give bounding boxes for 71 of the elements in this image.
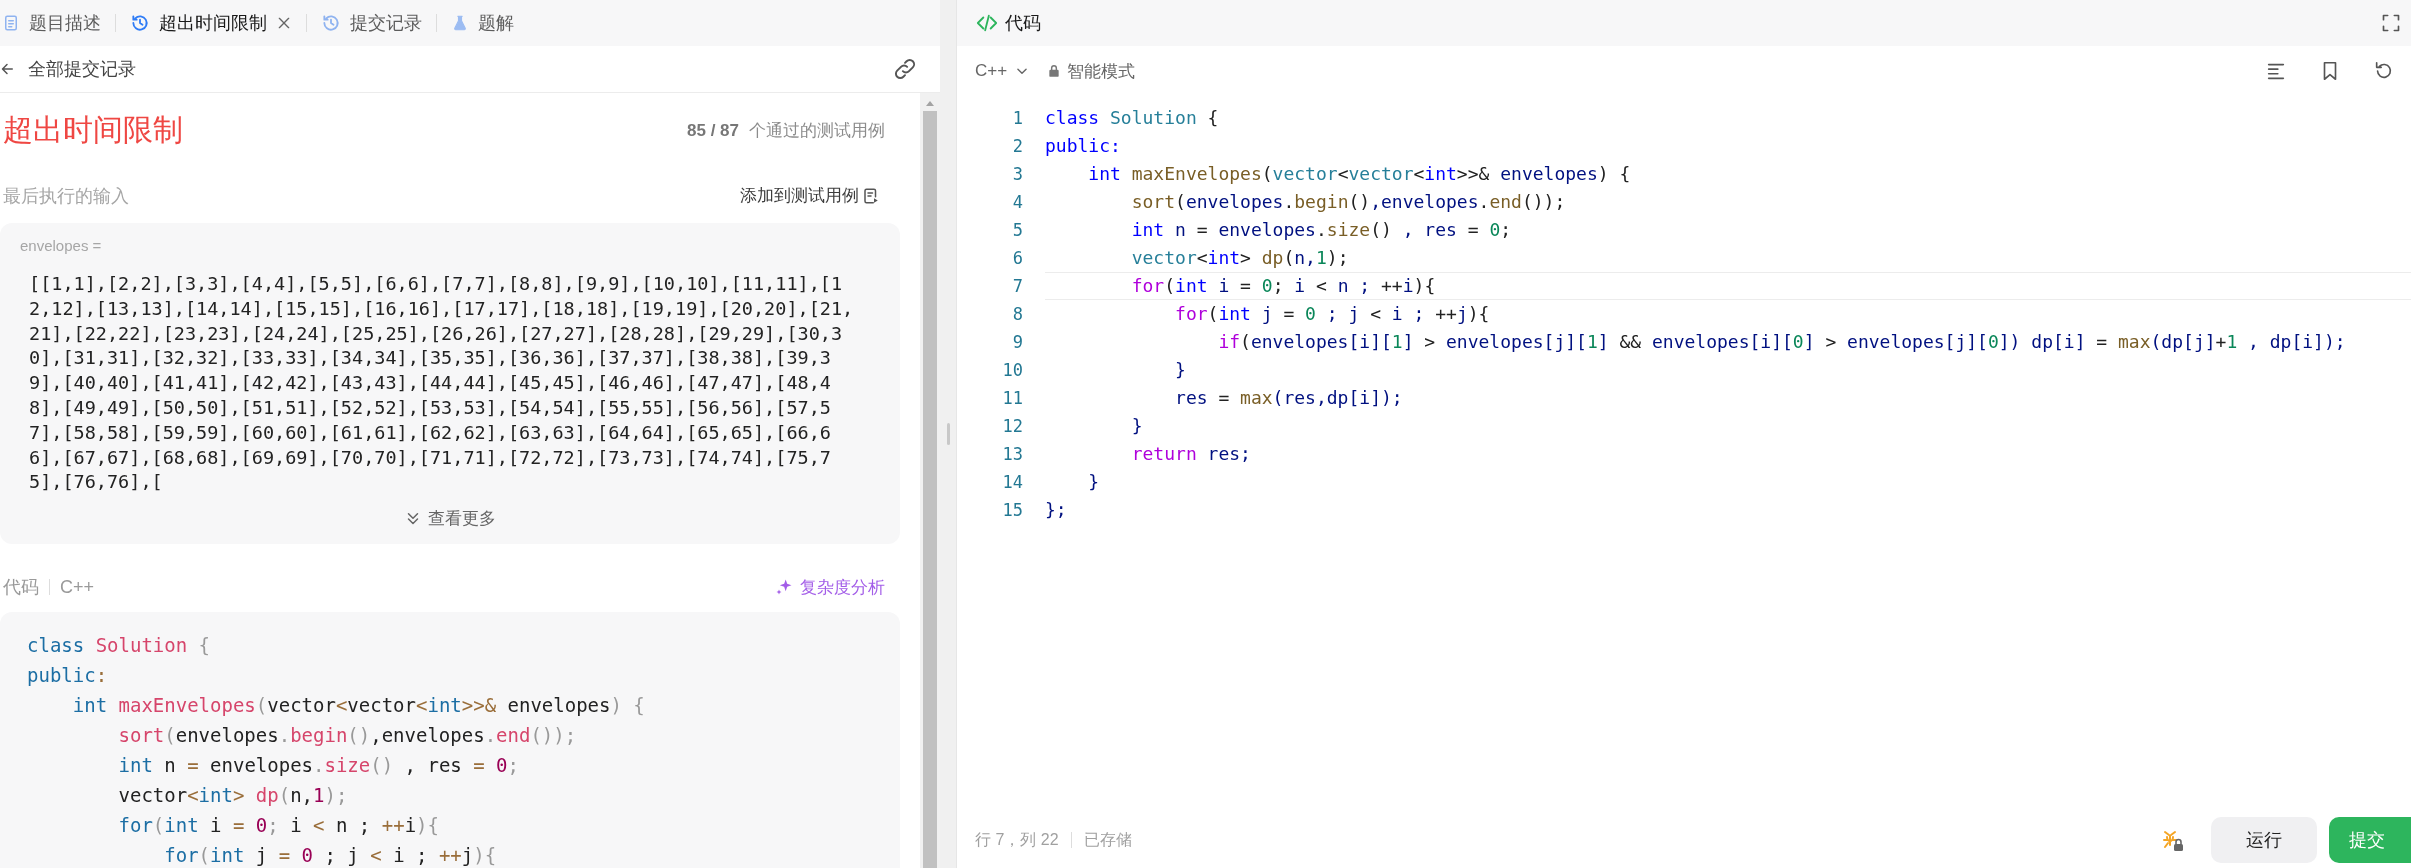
history-icon bbox=[130, 13, 150, 33]
code-line: public: bbox=[27, 663, 109, 689]
code-line: public: bbox=[1045, 134, 1121, 158]
line-number: 4 bbox=[1011, 192, 1023, 212]
code-line: vector<int> dp(n,1); bbox=[1130, 246, 1349, 270]
code-line: return res; bbox=[1130, 442, 1251, 466]
line-number: 1 bbox=[1011, 108, 1023, 128]
all-submissions-link[interactable]: 全部提交记录 bbox=[28, 57, 136, 81]
code-icon bbox=[975, 12, 999, 34]
tab[interactable]: 提交记录 bbox=[319, 0, 436, 46]
code-line: int n = envelopes.size() , res = 0; bbox=[117, 753, 520, 779]
cursor-position: 行 7，列 22 bbox=[975, 829, 1059, 850]
code-line: vector<int> dp(n,1); bbox=[117, 783, 349, 809]
line-number: 15 bbox=[1001, 500, 1023, 520]
run-button[interactable]: 运行 bbox=[2211, 817, 2317, 863]
bug-lock-icon bbox=[2161, 828, 2185, 852]
line-number: 13 bbox=[1001, 444, 1023, 464]
line-number: 3 bbox=[1011, 164, 1023, 184]
link-icon bbox=[892, 56, 918, 82]
add-testcase-button[interactable]: 添加到测试用例 bbox=[740, 184, 880, 207]
passed-count: 85 / 87 bbox=[687, 121, 739, 141]
editor-title: 代码 bbox=[1005, 12, 1041, 35]
line-number: 6 bbox=[1011, 248, 1023, 268]
code-line: class Solution { bbox=[1045, 106, 1219, 130]
line-number: 7 bbox=[1011, 276, 1023, 296]
code-line: }; bbox=[1045, 498, 1067, 522]
language-select[interactable]: C++ bbox=[975, 61, 1030, 81]
code-line: class Solution { bbox=[27, 633, 212, 659]
result-status: 超出时间限制 bbox=[3, 112, 183, 148]
tab[interactable]: 超出时间限制 bbox=[128, 0, 306, 46]
code-label: 代码 bbox=[3, 576, 39, 600]
passed-label: 个通过的测试用例 bbox=[749, 120, 885, 142]
section-label: 最后执行的输入 bbox=[3, 184, 129, 208]
tab[interactable]: 题解 bbox=[449, 0, 528, 46]
code-line: int maxEnvelopes(vector<vector<int>>& envelopes) { bbox=[71, 693, 646, 719]
code-line: int n = envelopes.size() , res = 0; bbox=[1130, 218, 1512, 242]
history-icon bbox=[321, 13, 341, 33]
variable-name: envelopes = bbox=[20, 237, 103, 254]
code-line: if(envelopes[i][1] > envelopes[j][1] && envelopes[i][0] > envelopes[j][0]) dp[i] = max(dp[j]+1 , dp[i]); bbox=[1217, 330, 2346, 354]
code-line: } bbox=[1130, 414, 1143, 438]
fullscreen-icon bbox=[2381, 13, 2401, 33]
code-line: for(int j = 0 ; j < i ; ++j){ bbox=[163, 843, 498, 868]
save-status: 已存储 bbox=[1083, 829, 1132, 850]
complexity-analysis-button[interactable]: 复杂度分析 bbox=[774, 575, 885, 599]
code-line: res = max(res,dp[i]); bbox=[1174, 386, 1403, 410]
document-icon bbox=[2, 13, 20, 33]
code-line: } bbox=[1087, 470, 1100, 494]
code-line: sort(envelopes.begin(),envelopes.end()); bbox=[1130, 190, 1566, 214]
line-number: 9 bbox=[1011, 332, 1023, 352]
line-number: 2 bbox=[1011, 136, 1023, 156]
scrollbar[interactable] bbox=[920, 93, 940, 868]
code-line: int maxEnvelopes(vector<vector<int>>& envelopes) { bbox=[1087, 162, 1631, 186]
code-line: for(int j = 0 ; j < i ; ++j){ bbox=[1174, 302, 1490, 326]
line-number: 10 bbox=[1001, 360, 1023, 380]
line-number: 14 bbox=[1001, 472, 1023, 492]
code-line: } bbox=[1174, 358, 1186, 382]
line-number: 5 bbox=[1011, 220, 1023, 240]
code-line: sort(envelopes.begin(),envelopes.end()); bbox=[117, 723, 578, 749]
line-number: 11 bbox=[1001, 388, 1023, 408]
code-line: for(int i = 0; i < n ; ++i){ bbox=[1130, 274, 1436, 298]
language-label: C++ bbox=[60, 576, 95, 598]
flask-icon bbox=[451, 13, 469, 33]
line-number: 12 bbox=[1001, 416, 1023, 436]
lock-icon bbox=[1047, 63, 1062, 79]
code-line: for(int i = 0; i < n ; ++i){ bbox=[117, 813, 440, 839]
line-number: 8 bbox=[1011, 304, 1023, 324]
input-value: [[1,1],[2,2],[3,3],[4,4],[5,5],[6,6],[7,7],[8,8],[9,9],[10,10],[11,11],[12,12],[13,13],[14,14],[15,15],[16,16],[17,17],[18,18],[19,19],[20,20],[21,21],[22,22],[23,23],[24,24],[25,25],[26,26],[27,27],[28,28],[29,29],[30,30],[31,31],[32,32],[33,33],[34,34],[35,35],[36,36],[37,37],[38,38],[39,39],[40,40],[41,41],[42,42],[43,43],[44,44],[45,45],[46,46],[47,47],[48,48],[49,49],[50,50],[51,51],[52,52],[53,53],[54,54],[55,55],[56,56],[57,57],[58,58],[59,59],[60,60],[61,61],[62,62],[63,63],[64,64],[65,65],[66,66],[67,67],[68,68],[69,69],[70,70],[71,71],[72,72],[73,73],[74,74],[75,75],[76,76],[ bbox=[29, 272, 855, 495]
mode-label: 智能模式 bbox=[1067, 60, 1136, 83]
show-more-button[interactable]: 查看更多 bbox=[404, 507, 496, 531]
tab[interactable]: 题目描述 bbox=[0, 0, 115, 46]
close-icon bbox=[276, 15, 292, 31]
